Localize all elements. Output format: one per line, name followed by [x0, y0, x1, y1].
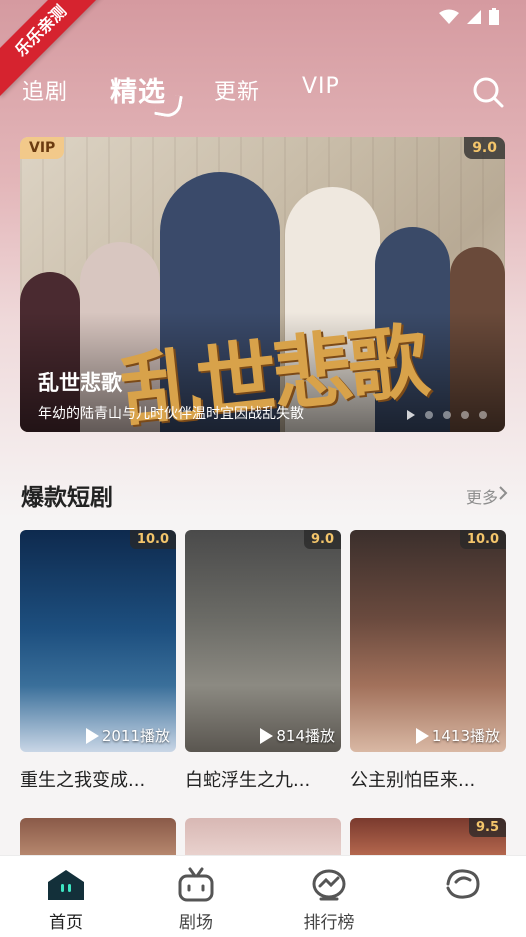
poster-score-badge: 9.0 — [303, 530, 341, 549]
poster-art — [185, 530, 341, 752]
play-icon — [260, 727, 274, 744]
poster-score-badge: 9.5 — [468, 818, 506, 837]
drama-title[interactable]: 公主别怕臣来... — [350, 766, 506, 792]
play-count-text: 1413播放 — [431, 727, 500, 745]
more-link[interactable]: 更多 — [466, 484, 498, 508]
poster-score-badge: 10.0 — [459, 530, 506, 549]
drama-poster-partial[interactable]: 9.5 — [350, 818, 506, 858]
status-icons — [438, 8, 500, 26]
carousel-dot[interactable] — [443, 411, 451, 419]
drama-poster-partial[interactable] — [185, 818, 341, 858]
drama-poster[interactable]: 10.0 2011播放 — [20, 530, 176, 752]
nav-label: 排行榜 — [303, 913, 355, 933]
battery-icon — [489, 8, 499, 25]
home-icon — [48, 870, 84, 900]
drama-poster-partial[interactable] — [20, 818, 176, 858]
poster-score-badge: 10.0 — [129, 530, 176, 549]
drama-poster[interactable]: 10.0 1413播放 — [350, 530, 506, 752]
carousel-dot[interactable] — [479, 411, 487, 419]
drama-card[interactable]: 9.0 814播放 白蛇浮生之九... — [185, 530, 341, 792]
carousel-indicator — [407, 410, 487, 420]
play-icon — [415, 727, 429, 744]
signal-icon — [467, 10, 481, 24]
vip-badge: VIP — [20, 137, 65, 159]
banner-title: 乱世悲歌 — [38, 371, 122, 395]
nav-profile[interactable] — [412, 866, 512, 908]
tv-icon — [178, 867, 214, 902]
featured-banner[interactable]: 乱世悲歌 VIP 9.0 乱世悲歌 年幼的陆青山与儿时伙伴温时宜因战乱失散 — [20, 137, 505, 432]
header-nav: 追剧 精选 更新 VIP — [0, 64, 526, 119]
drama-title[interactable]: 重生之我变成... — [20, 766, 176, 792]
poster-art — [20, 530, 176, 752]
play-count: 2011播放 — [85, 725, 170, 746]
drama-title[interactable]: 白蛇浮生之九... — [185, 766, 341, 792]
search-icon[interactable] — [472, 76, 504, 108]
profile-icon — [446, 869, 480, 899]
chevron-right-icon[interactable] — [498, 486, 508, 500]
nav-home[interactable]: 首页 — [16, 866, 116, 933]
banner-subtitle: 年幼的陆青山与儿时伙伴温时宜因战乱失散 — [38, 406, 304, 422]
play-count: 1413播放 — [415, 725, 500, 746]
tab-follow[interactable]: 追剧 — [22, 74, 68, 106]
nav-label: 首页 — [49, 913, 83, 933]
play-count-text: 2011播放 — [101, 727, 170, 745]
tab-updates[interactable]: 更新 — [214, 74, 260, 106]
play-count: 814播放 — [260, 725, 335, 746]
drama-card[interactable]: 10.0 1413播放 公主别怕臣来... — [350, 530, 506, 792]
nav-ranking[interactable]: 排行榜 — [279, 866, 379, 933]
banner-score-badge: 9.0 — [464, 137, 505, 159]
wifi-icon — [439, 9, 459, 24]
nav-theater[interactable]: 剧场 — [146, 866, 246, 933]
section-title: 爆款短剧 — [21, 485, 113, 511]
play-icon — [85, 727, 99, 744]
carousel-dot[interactable] — [425, 411, 433, 419]
drama-poster[interactable]: 9.0 814播放 — [185, 530, 341, 752]
tab-vip[interactable]: VIP — [302, 74, 340, 99]
poster-art — [350, 530, 506, 752]
bottom-nav: 首页 剧场 排行榜 — [0, 855, 526, 937]
drama-card[interactable]: 10.0 2011播放 重生之我变成... — [20, 530, 176, 792]
ranking-icon — [312, 869, 346, 901]
carousel-dot-active — [407, 410, 415, 420]
nav-label: 剧场 — [179, 913, 213, 933]
active-tab-indicator — [154, 92, 183, 119]
carousel-dot[interactable] — [461, 411, 469, 419]
play-count-text: 814播放 — [276, 727, 335, 745]
